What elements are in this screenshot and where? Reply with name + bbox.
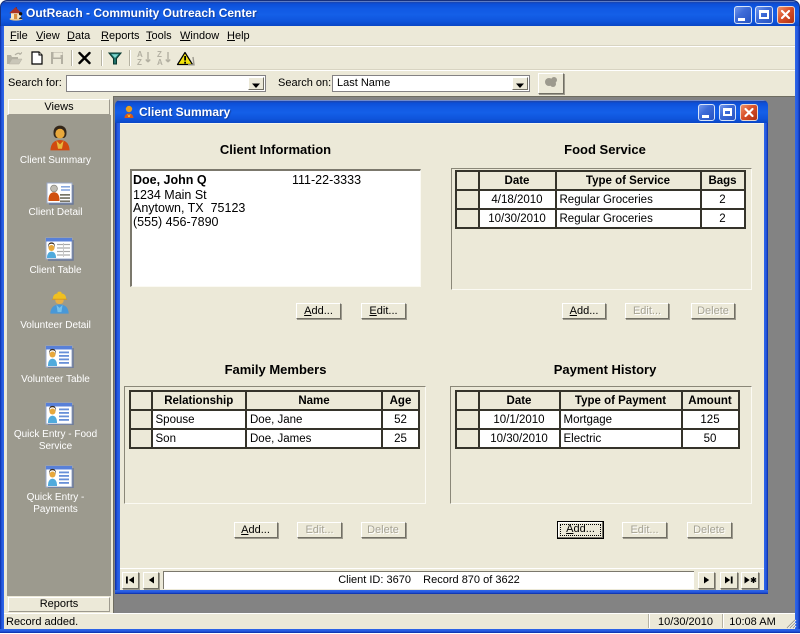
svg-text:Z: Z [137,58,142,66]
svg-text:A: A [157,58,163,66]
